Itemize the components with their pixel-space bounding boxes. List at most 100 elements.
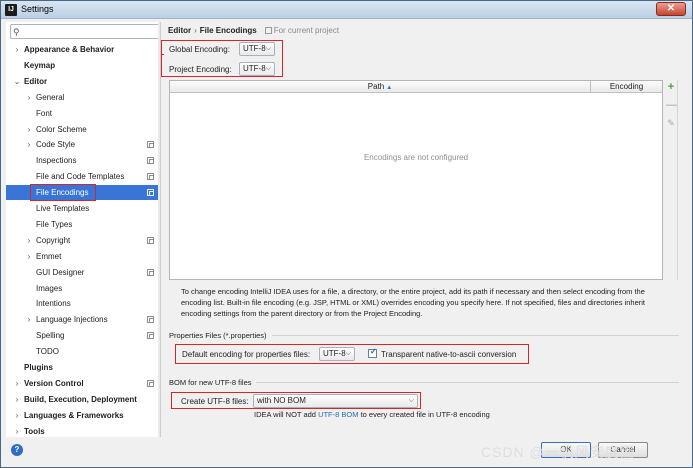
sidebar-item-font[interactable]: Font [6, 106, 160, 121]
red-mark [161, 54, 164, 55]
create-utf8-label: Create UTF-8 files: [181, 397, 249, 406]
sidebar-item-language-injections[interactable]: › Language Injections [6, 312, 160, 327]
project-encoding-value: UTF-8 [243, 64, 266, 73]
properties-encoding-label: Default encoding for properties files: [182, 350, 311, 359]
project-encoding-select[interactable]: UTF-8 ⌵ [239, 62, 275, 76]
transparent-conversion-checkbox[interactable]: ✓ [368, 347, 377, 358]
chevron-right-icon[interactable]: › [12, 42, 22, 57]
encoding-description: To change encoding IntelliJ IDEA uses fo… [181, 287, 645, 318]
sidebar-item-label: Tools [24, 426, 45, 436]
sidebar-item-images[interactable]: Images [6, 281, 160, 296]
sidebar-item-label: Emmet [36, 251, 62, 261]
chevron-right-icon[interactable]: › [24, 233, 34, 248]
chevron-right-icon[interactable]: › [24, 122, 34, 137]
sidebar-item-copyright[interactable]: › Copyright [6, 233, 160, 248]
chevron-right-icon[interactable]: › [12, 392, 22, 407]
sidebar-item-file-and-code-templates[interactable]: File and Code Templates [6, 169, 160, 184]
global-encoding-value: UTF-8 [243, 44, 266, 53]
sidebar-item-inspections[interactable]: Inspections [6, 153, 160, 168]
sidebar-item-appearance-behavior[interactable]: › Appearance & Behavior [6, 42, 160, 57]
sidebar-item-label: GUI Designer [36, 267, 85, 277]
project-scope-text: For current project [273, 26, 340, 35]
sidebar-item-label: Editor [24, 76, 48, 86]
sidebar-item-tools[interactable]: › Tools [6, 424, 160, 437]
window-close-button[interactable]: ✕ [656, 2, 686, 16]
chevron-down-icon: ⌵ [265, 45, 271, 52]
sidebar-item-plugins[interactable]: Plugins [6, 360, 160, 375]
edit-icon[interactable]: ✎ [666, 118, 676, 128]
create-utf8-select[interactable]: with NO BOM ⌵ [253, 394, 418, 408]
sidebar-item-label: Live Templates [36, 204, 90, 213]
sidebar-item-label: Color Scheme [36, 124, 87, 134]
sidebar-item-editor[interactable]: ⌄ Editor [6, 74, 160, 89]
sidebar-item-label: File and Code Templates [36, 172, 125, 182]
sidebar-item-label: General [36, 92, 65, 102]
project-scope-hint: For current project [264, 26, 340, 35]
breadcrumb-separator: › [194, 26, 197, 35]
sidebar-item-general[interactable]: › General [6, 90, 160, 105]
chevron-right-icon[interactable]: › [24, 249, 34, 264]
encodings-table[interactable]: Path ▲ Encoding Encodings are not configu… [169, 80, 663, 280]
chevron-right-icon[interactable]: › [24, 90, 34, 105]
chevron-down-icon: ⌵ [408, 397, 414, 404]
bom-section-divider [256, 382, 679, 383]
sidebar-item-label: Spelling [36, 331, 65, 341]
chevron-right-icon[interactable]: › [12, 424, 22, 437]
remove-icon[interactable]: — [666, 100, 677, 111]
sidebar-item-todo[interactable]: TODO [6, 344, 160, 359]
encoding-column-header[interactable]: Encoding [590, 81, 662, 93]
chevron-down-icon: ⌵ [345, 350, 351, 357]
sidebar-item-spelling[interactable]: Spelling [6, 328, 160, 343]
path-column-header[interactable]: Path ▲ [170, 81, 590, 94]
sidebar-item-label: Language Injections [36, 315, 108, 325]
search-input[interactable] [27, 26, 155, 37]
sidebar-item-label: Languages & Frameworks [24, 410, 124, 420]
chevron-right-icon[interactable]: › [24, 312, 34, 327]
chevron-right-icon[interactable]: › [12, 376, 22, 391]
sidebar-item-emmet[interactable]: › Emmet [6, 249, 160, 264]
project-scope-icon [147, 189, 154, 197]
project-scope-icon [147, 332, 154, 340]
sidebar-item-intentions[interactable]: Intentions [6, 296, 160, 311]
window-title: Settings [21, 4, 54, 14]
sidebar-item-label: Appearance & Behavior [24, 45, 115, 54]
watermark-text: CSDN @一帆风安度因 [481, 444, 635, 460]
sidebar-item-languages-frameworks[interactable]: › Languages & Frameworks [6, 408, 160, 423]
project-icon [264, 27, 272, 34]
project-scope-icon [147, 316, 154, 324]
sidebar-item-label: File Types [36, 219, 73, 229]
search-box[interactable]: ⚲ [10, 24, 160, 39]
sidebar-item-label: Intentions [36, 299, 71, 309]
selected-item-highlight [30, 184, 96, 202]
sidebar-item-gui-designer[interactable]: GUI Designer [6, 265, 160, 280]
chevron-right-icon[interactable]: › [12, 408, 22, 423]
sidebar-item-version-control[interactable]: › Version Control [6, 376, 160, 391]
sidebar-item-color-scheme[interactable]: › Color Scheme [6, 122, 160, 137]
chevron-right-icon[interactable]: › [24, 137, 34, 152]
help-icon[interactable]: ? [11, 444, 23, 456]
sidebar-item-keymap[interactable]: Keymap [6, 58, 160, 73]
project-scope-icon [147, 268, 154, 276]
chevron-down-icon: ⌵ [265, 65, 271, 72]
sidebar-item-label: Code Style [36, 140, 76, 150]
global-encoding-label: Global Encoding: [169, 45, 230, 54]
breadcrumb: Editor › File Encodings For current project [168, 26, 339, 35]
sidebar-item-code-style[interactable]: › Code Style [6, 137, 160, 152]
path-column-label: Path [367, 82, 385, 91]
properties-encoding-select[interactable]: UTF-8 ⌵ [319, 347, 355, 361]
global-encoding-select[interactable]: UTF-8 ⌵ [239, 42, 275, 56]
search-icon: ⚲ [13, 27, 20, 37]
add-icon[interactable]: + [666, 82, 676, 93]
sidebar-item-file-types[interactable]: File Types [6, 217, 160, 232]
sidebar-item-build-execution-deployment[interactable]: › Build, Execution, Deployment [6, 392, 160, 407]
settings-window: IJ Settings ✕ ⚲ › Appearance & Behavior Ke… [0, 0, 693, 468]
sidebar-item-label: Plugins [24, 363, 53, 372]
sidebar-item-label: Version Control [24, 378, 84, 388]
sidebar-item-live-templates[interactable]: Live Templates [6, 201, 160, 216]
utf8-bom-link[interactable]: UTF-8 BOM [318, 410, 358, 419]
chevron-down-icon[interactable]: ⌄ [12, 74, 22, 89]
sidebar-item-label: Keymap [24, 60, 56, 70]
breadcrumb-editor[interactable]: Editor [168, 26, 191, 35]
project-scope-icon [147, 157, 154, 165]
sidebar-scrollbar[interactable] [158, 22, 160, 437]
